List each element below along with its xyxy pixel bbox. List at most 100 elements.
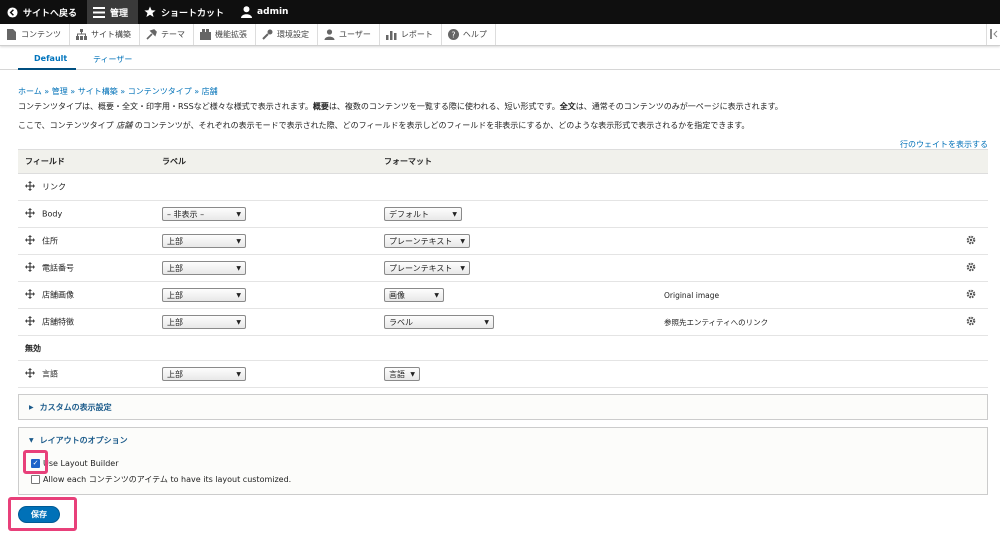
config-icon [262,29,273,40]
header-field: フィールド [18,149,162,174]
use-layout-builder-checkbox[interactable]: ✓ [31,459,40,468]
people-icon [324,29,335,40]
formatter-summary: Original image [664,290,720,300]
collapse-icon [989,28,998,41]
drag-handle-icon[interactable] [25,208,35,220]
menu-item-label: コンテンツ [21,30,61,39]
field-name: 電話番号 [42,263,74,273]
region-title: 無効 [18,335,988,361]
menu-item-label: ヘルプ [462,30,487,39]
table-row: Body – 非表示 – ▼ デフォルト ▼ [18,200,988,228]
label-select[interactable]: 上部 ▼ [162,367,246,381]
drag-handle-icon[interactable] [25,368,35,380]
menu-item-content[interactable]: コンテンツ [0,24,70,45]
layout-options: ▼ レイアウトのオプション ✓ Use Layout Builder Allow… [18,427,988,495]
appearance-icon [146,29,157,40]
label-select[interactable]: 上部 ▼ [162,288,246,302]
orientation-toggle[interactable] [986,24,1000,45]
menu-item-help[interactable]: ? ヘルプ [442,24,496,45]
gear-icon[interactable] [966,262,976,274]
dropdown-arrow-icon: ▼ [484,318,489,326]
header-operations [954,149,988,174]
description-1: コンテンツタイプは、概要・全文・印字用・RSSなど様々な様式で表示されます。概要… [18,102,783,111]
breadcrumb[interactable]: ホーム » 管理 » サイト構築 » コンテンツタイプ » 店舗 [18,86,218,97]
custom-display-settings: ▶ カスタムの表示設定 [18,394,988,420]
allow-custom-layout-checkbox[interactable] [31,475,40,484]
table-row: 店舗特徴 上部 ▼ ラベル ▼ 参照先エンティティへのリンク [18,308,988,336]
field-name: リンク [42,182,66,192]
shortcuts-button[interactable]: ショートカット [138,0,234,24]
format-select[interactable]: プレーンテキスト ▼ [384,234,470,248]
manage-label: 管理 [110,8,129,19]
dropdown-arrow-icon: ▼ [434,291,439,299]
back-to-site-label: サイトへ戻る [23,8,78,19]
label-select[interactable]: 上部 ▼ [162,261,246,275]
user-icon [240,6,252,18]
format-select[interactable]: 言語 ▼ [384,367,420,381]
format-select[interactable]: デフォルト ▼ [384,207,462,221]
gear-icon[interactable] [966,235,976,247]
menu-icon [93,6,106,18]
back-to-site-button[interactable]: サイトへ戻る [0,0,87,24]
dropdown-arrow-icon: ▼ [452,210,457,218]
drag-handle-icon[interactable] [25,262,35,274]
label-select[interactable]: 上部 ▼ [162,234,246,248]
use-layout-builder-option: ✓ Use Layout Builder [31,459,119,468]
dropdown-arrow-icon: ▼ [236,318,241,326]
format-select[interactable]: プレーンテキスト ▼ [384,261,470,275]
field-name: 住所 [42,236,58,246]
content-icon [6,29,17,40]
use-layout-builder-label[interactable]: Use Layout Builder [43,459,119,468]
save-button[interactable]: 保存 [18,506,60,523]
menu-item-people[interactable]: ユーザー [318,24,380,45]
help-icon: ? [447,29,459,40]
manage-button[interactable]: 管理 [87,0,139,24]
triangle-right-icon: ▶ [29,403,34,411]
menu-item-label: サイト構築 [91,30,131,39]
menu-item-label: ユーザー [339,30,371,39]
layout-options-summary[interactable]: ▼ レイアウトのオプション [19,428,987,452]
gear-icon[interactable] [966,289,976,301]
format-select[interactable]: ラベル ▼ [384,315,494,329]
menu-item-extend[interactable]: 機能拡張 [194,24,256,45]
drag-handle-icon[interactable] [25,235,35,247]
label-select[interactable]: – 非表示 – ▼ [162,207,246,221]
table-row: 店舗画像 上部 ▼ 画像 ▼ Original image [18,281,988,309]
dropdown-arrow-icon: ▼ [236,291,241,299]
menu-item-label: 機能拡張 [215,30,247,39]
region-row-disabled: 無効 [18,335,988,361]
active-tab-indicator [18,68,76,70]
description-2: ここで、コンテンツタイプ 店舗 のコンテンツが、それぞれの表示モードで表示された… [18,121,750,130]
drag-handle-icon[interactable] [25,181,35,193]
allow-custom-layout-label[interactable]: Allow each コンテンツのアイテム to have its layout… [43,474,291,485]
dropdown-arrow-icon: ▼ [236,237,241,245]
header-format: フォーマット [384,149,664,174]
table-row: リンク [18,173,988,201]
tab-default[interactable]: Default [34,54,67,63]
formatter-summary: 参照先エンティティへのリンク [664,317,769,327]
tab-teaser[interactable]: ティーザー [93,54,132,65]
gear-icon[interactable] [966,316,976,328]
custom-display-summary[interactable]: ▶ カスタムの表示設定 [19,395,987,419]
reports-icon [385,29,397,40]
admin-toolbar: サイトへ戻る 管理 ショートカット admin [0,0,1000,24]
fields-table: フィールド ラベル フォーマット リンク Body – 非表示 – ▼ デフォルト… [18,149,988,388]
label-select[interactable]: 上部 ▼ [162,315,246,329]
triangle-down-icon: ▼ [29,436,34,444]
format-select[interactable]: 画像 ▼ [384,288,444,302]
menu-item-reports[interactable]: レポート [380,24,442,45]
menu-item-appearance[interactable]: テーマ [140,24,194,45]
menu-item-label: レポート [400,30,433,39]
field-name: 店舗特徴 [42,317,74,327]
user-button[interactable]: admin [234,0,298,24]
menu-item-structure[interactable]: サイト構築 [70,24,140,45]
drag-handle-icon[interactable] [25,316,35,328]
back-arrow-icon [6,6,18,18]
menu-item-label: 環境設定 [277,30,309,39]
header-label: ラベル [162,149,384,174]
display-mode-tabs: Default ティーザー [0,48,1000,70]
structure-icon [76,29,87,40]
drag-handle-icon[interactable] [25,289,35,301]
menu-item-config[interactable]: 環境設定 [256,24,318,45]
extend-icon [200,29,211,40]
